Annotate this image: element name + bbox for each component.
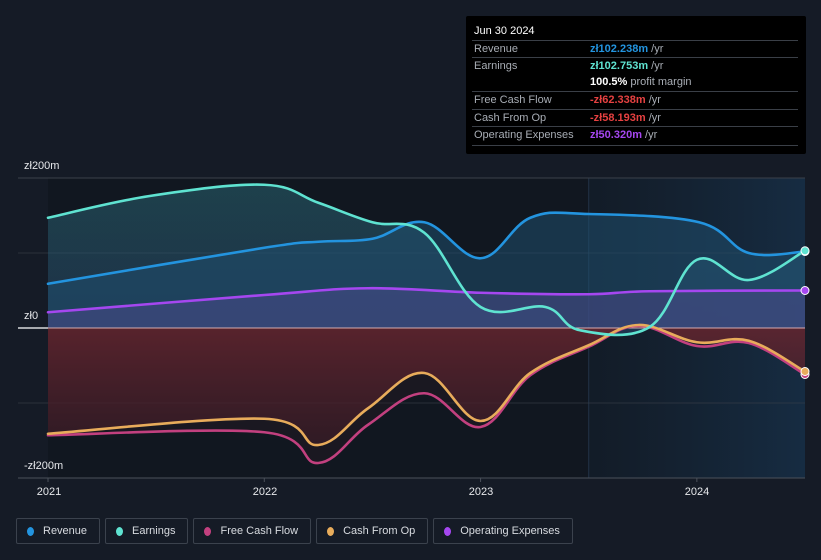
tooltip-value: zł102.753m <box>590 60 649 72</box>
legend-item-cash-from-op[interactable]: Cash From Op <box>316 518 429 544</box>
tooltip-row-earnings: Earnings zł102.753m /yr <box>472 57 798 75</box>
tooltip-label: Free Cash Flow <box>474 94 552 106</box>
legend-item-earnings[interactable]: Earnings <box>105 518 189 544</box>
operating-expenses-end-point <box>800 286 810 295</box>
free-cash-flow-dot-icon <box>204 526 212 536</box>
legend-item-revenue[interactable]: Revenue <box>16 518 101 544</box>
tooltip-row-revenue: Revenue zł102.238m /yr <box>472 40 798 58</box>
legend-item-operating-expenses[interactable]: Operating Expenses <box>433 518 573 544</box>
legend-label: Revenue <box>43 525 88 537</box>
operating-expenses-dot-icon <box>444 526 452 536</box>
legend-label: Cash From Op <box>343 525 416 537</box>
tooltip: Jun 30 2024 Revenue zł102.238m /yr Earni… <box>466 16 806 154</box>
x-tick-label: 2024 <box>684 486 710 498</box>
legend: Revenue Earnings Free Cash Flow Cash Fro… <box>16 518 573 544</box>
legend-item-free-cash-flow[interactable]: Free Cash Flow <box>193 518 312 544</box>
legend-label: Earnings <box>132 525 176 537</box>
tooltip-unit: /yr <box>645 112 661 124</box>
x-tick-label: 2021 <box>36 486 62 498</box>
y-tick-label: zł0 <box>24 310 39 322</box>
tooltip-value: zł50.320m <box>590 129 642 141</box>
tooltip-row-margin: 100.5% profit margin <box>472 74 798 91</box>
tooltip-label: Cash From Op <box>474 112 547 124</box>
cash-from-op-end-point <box>800 367 810 376</box>
revenue-dot-icon <box>27 526 34 536</box>
earnings-dot-icon <box>116 526 124 536</box>
tooltip-value: 100.5% <box>590 76 628 88</box>
tooltip-row-opex: Operating Expenses zł50.320m /yr <box>472 126 798 144</box>
legend-label: Operating Expenses <box>460 525 560 537</box>
y-tick-label: zł200m <box>24 160 60 172</box>
tooltip-label: Revenue <box>474 43 519 55</box>
earnings-end-point <box>800 246 810 256</box>
tooltip-unit: profit margin <box>627 76 692 88</box>
tooltip-label: Earnings <box>474 60 518 72</box>
tooltip-date: Jun 30 2024 <box>474 25 535 37</box>
tooltip-unit: /yr <box>645 94 661 106</box>
tooltip-row-cfo: Cash From Op -zł58.193m /yr <box>472 109 798 127</box>
x-tick-label: 2022 <box>252 486 278 498</box>
tooltip-value: -zł62.338m <box>590 94 646 106</box>
y-tick-label: -zł200m <box>24 460 64 472</box>
cash-from-op-dot-icon <box>327 526 335 536</box>
legend-label: Free Cash Flow <box>220 525 299 537</box>
tooltip-unit: /yr <box>648 43 664 55</box>
tooltip-divider <box>472 145 798 146</box>
tooltip-value: zł102.238m <box>590 43 649 55</box>
tooltip-value: -zł58.193m <box>590 112 646 124</box>
tooltip-label: Operating Expenses <box>474 129 574 141</box>
x-tick-label: 2023 <box>468 486 494 498</box>
tooltip-unit: /yr <box>648 60 664 72</box>
tooltip-unit: /yr <box>641 129 658 141</box>
tooltip-row-fcf: Free Cash Flow -zł62.338m /yr <box>472 91 798 109</box>
